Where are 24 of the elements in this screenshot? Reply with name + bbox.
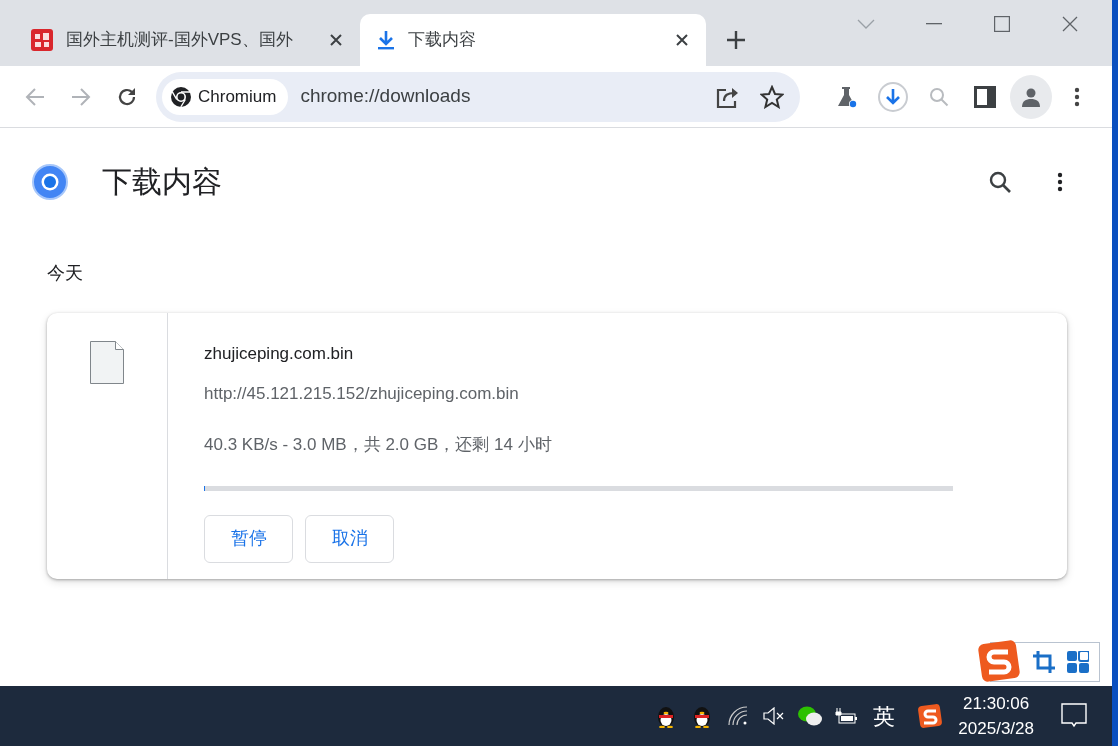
url-text: chrome://downloads [299,84,472,109]
page-title: 下载内容 [102,164,223,200]
profile-avatar-icon[interactable] [1010,74,1052,119]
input-mode-indicator[interactable]: 英 [864,699,905,733]
browser-tab[interactable]: 下载内容 [360,14,706,66]
taskbar-clock[interactable]: 21:30:06 2025/3/28 [958,690,1034,742]
cancel-button[interactable]: 取消 [305,514,394,563]
download-icon [376,29,396,51]
file-name: zhujiceping.com.bin [204,343,355,365]
clock-time: 21:30:06 [962,692,1031,715]
browser-tab[interactable]: 国外主机测评-国外VPS、国外 [14,14,360,66]
section-heading: 今天 [47,262,84,285]
chromium-logo-icon [170,85,192,108]
grid-icon[interactable] [1067,651,1089,673]
address-bar[interactable]: Chromium chrome://downloads [156,71,800,122]
download-status: 40.3 KB/s - 3.0 MB，共 2.0 GB，还剩 14 小时 [204,434,553,456]
site-chip[interactable]: Chromium [162,78,289,115]
site-favicon-icon [30,28,54,52]
file-url: http://45.121.215.152/zhujiceping.com.bin [204,382,520,405]
clock-date: 2025/3/28 [958,718,1034,740]
chromium-logo-icon [32,164,68,200]
file-icon [90,341,124,384]
crop-icon[interactable] [1033,651,1055,673]
pause-button[interactable]: 暂停 [204,514,293,563]
